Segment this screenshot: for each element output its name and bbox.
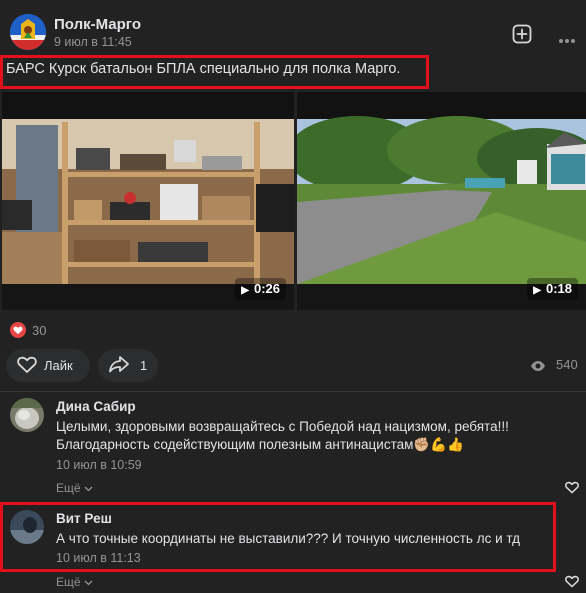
heart-reaction-icon[interactable] (10, 322, 26, 338)
eye-icon (530, 359, 546, 378)
comment-like-heart-icon[interactable] (564, 480, 580, 499)
post-author[interactable]: Полк-Марго (54, 16, 141, 33)
share-icon (108, 354, 130, 377)
plus-square-icon[interactable] (512, 24, 532, 49)
play-icon: ▶ (241, 285, 249, 296)
group-avatar[interactable] (10, 14, 46, 50)
highlight-box-comment (0, 502, 556, 572)
share-count: 1 (140, 358, 148, 373)
highlight-box-post-text (0, 55, 429, 89)
more-dots-icon[interactable] (558, 31, 576, 49)
views-count: 540 (556, 357, 578, 372)
comment-more-button[interactable]: Ещё (56, 481, 93, 495)
like-label: Лайк (44, 358, 73, 373)
comment-date[interactable]: 10 июл в 10:59 (56, 458, 142, 472)
post-date[interactable]: 9 июл в 11:45 (54, 35, 132, 49)
comment-avatar[interactable] (10, 398, 44, 432)
comment-text: Целыми, здоровыми возвращайтесь с Победо… (56, 419, 509, 452)
play-icon: ▶ (533, 285, 541, 296)
comment-like-heart-icon[interactable] (564, 574, 580, 593)
chevron-down-icon (81, 481, 93, 495)
heart-icon (16, 354, 38, 377)
share-button[interactable]: 1 (98, 349, 158, 382)
reactions-count[interactable]: 30 (32, 323, 46, 338)
like-button[interactable]: Лайк (6, 349, 90, 382)
video-thumbnail-1[interactable]: ▶ 0:26 (2, 92, 294, 310)
comment-more-button[interactable]: Ещё (56, 575, 93, 589)
chevron-down-icon (81, 575, 93, 589)
video-duration-badge-1: ▶ 0:26 (235, 278, 286, 300)
video-duration-badge-2: ▶ 0:18 (527, 278, 578, 300)
divider (0, 391, 586, 392)
comment-author[interactable]: Дина Сабир (56, 399, 136, 414)
video-thumbnail-2[interactable]: ▶ 0:18 (297, 92, 586, 310)
